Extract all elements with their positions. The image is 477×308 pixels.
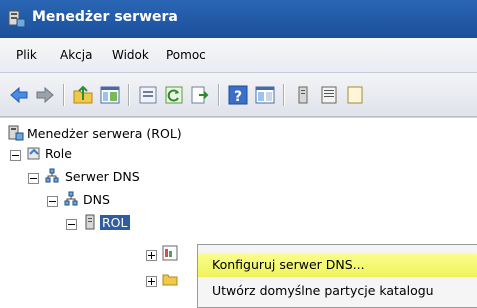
toolbar-separator	[128, 84, 130, 106]
roles-icon	[27, 147, 40, 160]
toolbar-separator	[63, 84, 65, 106]
tree-node-label: ROL	[100, 215, 130, 230]
refresh-icon[interactable]	[163, 84, 185, 106]
collapse-icon[interactable]	[28, 173, 39, 184]
collapse-icon[interactable]	[47, 196, 58, 207]
svg-text:?: ?	[234, 89, 242, 105]
tree-node-label: DNS	[83, 192, 110, 207]
list-view-icon[interactable]	[318, 84, 340, 106]
menu-widok[interactable]: Widok	[112, 48, 149, 62]
collapse-icon[interactable]	[10, 150, 21, 161]
document-icon[interactable]	[344, 84, 366, 106]
folder-icon	[162, 274, 178, 286]
dns-icon	[64, 191, 78, 206]
title-bar: Menedżer serwera	[0, 0, 477, 38]
toolbar-separator	[283, 84, 285, 106]
server-icon	[85, 214, 95, 230]
menu-item-create-partitions[interactable]: Utwórz domyślne partycje katalogu	[198, 279, 477, 303]
help-icon[interactable]: ?	[227, 84, 249, 106]
tree-node-label: Serwer DNS	[65, 169, 140, 184]
collapse-icon[interactable]	[66, 219, 77, 230]
toolbar-separator	[218, 84, 220, 106]
toolbar: ?	[0, 73, 477, 117]
forward-arrow-icon[interactable]	[34, 84, 56, 106]
server-manager-icon	[8, 10, 26, 28]
menu-bar: Plik Akcja Widok Pomoc	[0, 38, 477, 73]
export-icon[interactable]	[189, 84, 211, 106]
properties-icon[interactable]	[137, 84, 159, 106]
menu-item-configure-dns[interactable]: Konfiguruj serwer DNS...	[198, 253, 477, 277]
context-menu: Konfiguruj serwer DNS... Utwórz domyślne…	[197, 244, 477, 308]
server-small-icon[interactable]	[292, 84, 314, 106]
back-arrow-icon[interactable]	[8, 84, 30, 106]
zone-icon	[162, 245, 178, 261]
console-tree-icon[interactable]	[254, 84, 276, 106]
window-title: Menedżer serwera	[32, 9, 178, 25]
tree-node-label: Menedżer serwera (ROL)	[27, 126, 182, 141]
server-manager-icon	[8, 125, 24, 141]
menu-item-label: Konfiguruj serwer DNS...	[212, 257, 365, 272]
menu-pomoc[interactable]: Pomoc	[166, 48, 206, 62]
show-hide-tree-icon[interactable]	[99, 84, 121, 106]
tree-node-label: Role	[45, 146, 72, 161]
expand-icon[interactable]	[146, 250, 157, 261]
dns-server-icon	[45, 168, 59, 183]
menu-item-label: Utwórz domyślne partycje katalogu	[212, 283, 434, 298]
menu-plik[interactable]: Plik	[16, 48, 37, 62]
up-folder-icon[interactable]	[72, 84, 94, 106]
expand-icon[interactable]	[146, 276, 157, 287]
menu-akcja[interactable]: Akcja	[60, 48, 92, 62]
